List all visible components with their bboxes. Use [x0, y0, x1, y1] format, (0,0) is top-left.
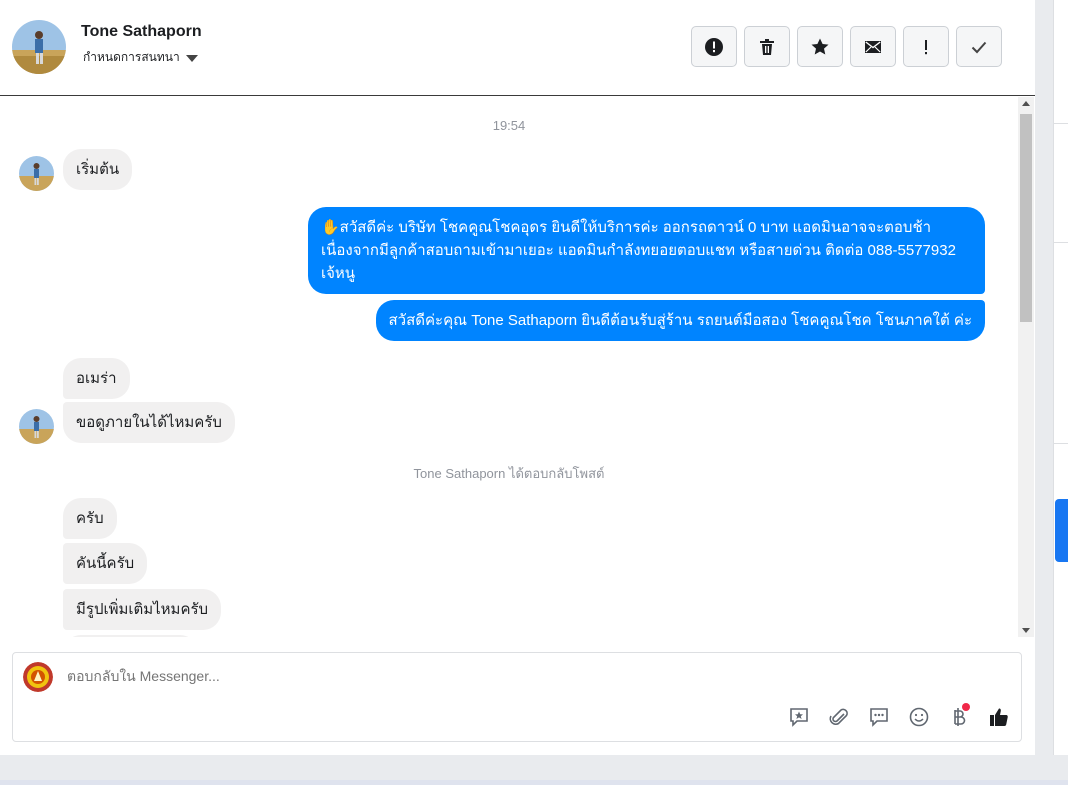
follow-up-button[interactable] — [903, 26, 949, 67]
action-toolbar — [691, 26, 1002, 67]
message-bubble: ✋สวัสดีค่ะ บริษัท โชคคูณโชคอุดร ยินดีให้… — [308, 207, 985, 294]
emoji-button[interactable] — [906, 704, 931, 729]
star-icon — [811, 38, 829, 54]
message-bubble-partial — [63, 635, 198, 637]
conversation-settings-label: กำหนดการสนทนา — [83, 50, 180, 64]
emoji-icon — [909, 707, 928, 726]
composer-tools — [786, 703, 1011, 729]
message-bubble: คันนี้ครับ — [63, 543, 148, 584]
caret-down-icon — [185, 55, 198, 62]
scroll-up-arrow-icon[interactable] — [1022, 101, 1030, 106]
divider — [1054, 443, 1068, 444]
page-bottom-strip — [0, 780, 1068, 785]
envelope-icon — [865, 40, 881, 53]
details-sidebar — [1053, 0, 1068, 755]
thread-scrollbar[interactable] — [1018, 97, 1034, 637]
reply-input[interactable] — [67, 668, 767, 684]
contact-avatar[interactable] — [12, 20, 66, 74]
post-reply-event: Tone Sathaporn ได้ตอบกลับโพสต์ — [413, 466, 605, 481]
notification-dot — [962, 703, 970, 711]
contact-name[interactable]: Tone Sathaporn — [81, 23, 202, 41]
saved-reply-button[interactable] — [786, 704, 811, 729]
reply-composer — [12, 652, 1022, 742]
mark-spam-button[interactable] — [691, 26, 737, 67]
message-bubble: อเมร่า — [63, 358, 130, 399]
attachment-icon — [829, 708, 848, 725]
trash-icon — [760, 38, 774, 55]
conversation-panel: Tone Sathaporn กำหนดการสนทนา 19:54 เริ่ม… — [0, 0, 1035, 755]
mark-unread-button[interactable] — [850, 26, 896, 67]
scroll-down-arrow-icon[interactable] — [1022, 628, 1030, 633]
sidebar-primary-button[interactable] — [1055, 499, 1068, 562]
like-button[interactable] — [986, 704, 1011, 729]
message-bubble: สวัสดีค่ะคุณ Tone Sathaporn ยินดีต้อนรับ… — [375, 300, 985, 341]
divider — [1054, 242, 1068, 243]
message-bubble: ครับ — [63, 498, 117, 539]
message-bubble: มีรูปเพิ่มเติมไหมครับ — [63, 589, 222, 630]
payment-button[interactable] — [946, 703, 971, 729]
thumbs-up-icon — [989, 708, 1008, 726]
exclamation-icon — [925, 39, 927, 54]
contact-avatar-small — [19, 409, 54, 444]
saved-reply-icon — [789, 707, 808, 727]
check-icon — [971, 41, 987, 53]
chat-bubble-icon — [869, 707, 888, 727]
message-bubble: เริ่มต้น — [63, 149, 133, 190]
contact-avatar-small — [19, 156, 54, 191]
alert-circle-icon — [705, 37, 723, 56]
conversation-settings-dropdown[interactable]: กำหนดการสนทนา — [83, 48, 198, 67]
message-thread[interactable]: 19:54 เริ่มต้น ✋สวัสดีค่ะ บริษัท โชคคูณโ… — [0, 97, 1018, 637]
mark-done-button[interactable] — [956, 26, 1002, 67]
scrollbar-thumb[interactable] — [1020, 114, 1032, 322]
divider — [1054, 123, 1068, 124]
page-avatar — [23, 662, 53, 692]
message-bubble: ขอดูภายในได้ไหมครับ — [63, 402, 235, 443]
star-button[interactable] — [797, 26, 843, 67]
attach-button[interactable] — [826, 704, 851, 729]
delete-button[interactable] — [744, 26, 790, 67]
timestamp: 19:54 — [492, 118, 526, 133]
quick-reply-button[interactable] — [866, 704, 891, 729]
conversation-header: Tone Sathaporn กำหนดการสนทนา — [0, 0, 1035, 96]
